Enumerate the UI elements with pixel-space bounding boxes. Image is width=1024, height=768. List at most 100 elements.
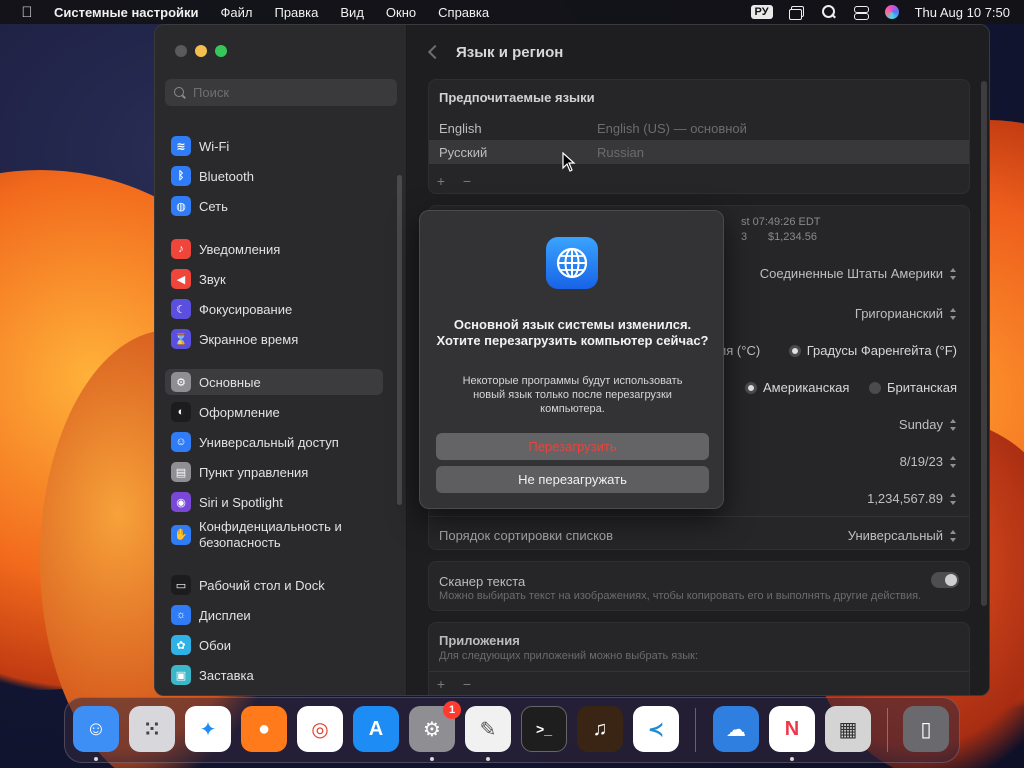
radio-selected-icon (788, 345, 801, 357)
live-text-desc: Можно выбирать текст на изображениях, чт… (439, 590, 922, 602)
sort-order-label: Порядок сортировки списков (439, 528, 614, 543)
sun-icon: ☼ (171, 605, 191, 625)
content-scrollbar[interactable] (981, 81, 987, 606)
menu-clock[interactable]: Thu Aug 10 7:50 (915, 5, 1010, 20)
dialog-message: Некоторые программы будут использовать н… (462, 375, 683, 415)
textedit-icon[interactable]: ✎ (465, 706, 511, 752)
back-chevron-icon[interactable] (427, 44, 443, 60)
sidebar-item[interactable]: ☺ Универсальный доступ (165, 429, 383, 455)
chrome-icon[interactable]: ◎ (297, 706, 343, 752)
sidebar-item[interactable]: ◍ Сеть (165, 193, 383, 219)
siri-icon[interactable] (884, 5, 899, 19)
language-row-russian[interactable]: Русский Russian (429, 140, 969, 164)
menu-file[interactable]: Файл (210, 5, 264, 20)
sidebar-item[interactable]: ◉ Siri и Spotlight (165, 489, 383, 515)
calculator-icon[interactable]: ▦ (825, 706, 871, 752)
sidebar-scrollbar[interactable] (397, 175, 402, 505)
sidebar-item[interactable]: ▭ Рабочий стол и Dock (165, 572, 383, 598)
sort-order-row[interactable]: Порядок сортировки списков Универсальный (429, 522, 969, 550)
terminal-icon[interactable]: >_ (521, 706, 567, 752)
sidebar-item[interactable]: ⚙ Основные (165, 369, 383, 395)
date-format-value: 8/19/23 (899, 454, 943, 469)
dock-separator (695, 708, 696, 752)
remove-app-button[interactable]: − (461, 676, 473, 692)
language-name: Русский (439, 144, 488, 160)
sidebar-item[interactable]: ✿ Обои (165, 632, 383, 658)
safari-icon[interactable]: ✦ (185, 706, 231, 752)
sidebar-item[interactable]: ⌛ Экранное время (165, 326, 383, 352)
applications-card: Приложения Для следующих приложений можн… (428, 622, 970, 695)
applications-desc: Для следующих приложений можно выбрать я… (439, 650, 699, 662)
menu-window[interactable]: Окно (375, 5, 427, 20)
sidebar-item-label: Siri и Spotlight (199, 494, 283, 510)
system-settings-icon[interactable]: ⚙ 1 (409, 701, 461, 752)
sidebar-item[interactable]: ◀ Звук (165, 266, 383, 292)
moon-icon: ☾ (171, 299, 191, 319)
battery-icon: ▮ (171, 695, 191, 696)
weather-icon[interactable]: ☁ (713, 706, 759, 752)
popup-stepper-icon (949, 492, 957, 505)
restart-button[interactable]: Перезагрузить (436, 433, 709, 460)
sidebar-search[interactable] (165, 79, 397, 106)
live-text-toggle[interactable] (931, 572, 959, 588)
sidebar-item[interactable]: ▣ Заставка (165, 662, 383, 688)
garageband-icon[interactable]: ♫ (577, 706, 623, 752)
search-input[interactable] (193, 85, 393, 100)
control-center-icon[interactable] (853, 5, 869, 20)
measure-uk-option[interactable]: Британская (869, 380, 957, 395)
sidebar-item-label: Wi-Fi (199, 138, 230, 154)
launchpad-icon[interactable]: ⁙ (129, 706, 175, 752)
app-store-icon[interactable]: A (353, 706, 399, 752)
appearance-icon: ◐ (171, 402, 191, 422)
sidebar-item-label: Фокусирование (199, 301, 293, 317)
zoom-button[interactable] (215, 45, 227, 57)
preferred-languages-title: Предпочитаемые языки (439, 90, 595, 105)
sidebar-item-label: Сеть (199, 198, 228, 214)
sidebar-item[interactable]: ▤ Пункт управления (165, 459, 383, 485)
temp-fahrenheit-option[interactable]: Градусы Фаренгейта (°F) (788, 343, 957, 358)
remove-language-button[interactable]: − (461, 173, 473, 189)
content-header: Язык и регион (426, 41, 563, 63)
search-icon (173, 86, 187, 100)
sidebar-item[interactable]: ♪ Уведомления (165, 236, 383, 262)
region-value: Соединенные Штаты Америки (759, 266, 943, 281)
menu-help[interactable]: Справка (427, 5, 500, 20)
sidebar-item[interactable]: ᛒ Bluetooth (165, 163, 383, 189)
sidebar-item[interactable]: ✋ Конфиденциальность и безопасность (165, 516, 383, 554)
sidebar-item[interactable]: ☾ Фокусирование (165, 296, 383, 322)
measure-us-option[interactable]: Американская (745, 380, 849, 395)
trash-icon[interactable]: ▯ (903, 706, 949, 752)
stage-manager-icon[interactable] (788, 5, 805, 20)
sidebar-item[interactable]: ▮Экономия энергии (165, 692, 383, 696)
format-preview-date: 3 (741, 231, 748, 243)
language-row-english[interactable]: English English (US) — основной (429, 116, 969, 140)
sidebar-item[interactable]: ☼ Дисплеи (165, 602, 383, 628)
finder-icon[interactable]: ☺ (73, 706, 119, 752)
close-button[interactable] (175, 45, 187, 57)
sidebar-item-label: Уведомления (199, 241, 281, 257)
input-source-badge[interactable]: РУ (750, 5, 773, 19)
sidebar-item[interactable]: ◐ Оформление (165, 399, 383, 425)
spotlight-search-icon[interactable] (821, 5, 837, 19)
popup-stepper-icon (949, 418, 957, 431)
apps-add-remove: + − (435, 676, 473, 692)
minimize-button[interactable] (195, 45, 207, 57)
calendar-value: Григорианский (854, 306, 943, 321)
measure-us-label: Американская (763, 380, 850, 395)
add-language-button[interactable]: + (435, 173, 447, 189)
apple-menu-icon[interactable]:  (16, 4, 38, 21)
temp-celsius-label[interactable]: ия (°C) (719, 343, 760, 358)
dont-restart-button[interactable]: Не перезагружать (436, 466, 709, 493)
menu-edit[interactable]: Правка (263, 5, 329, 20)
language-add-remove: + − (435, 173, 473, 189)
firefox-icon[interactable]: ● (241, 706, 287, 752)
radio-selected-icon (745, 382, 757, 394)
vscode-icon[interactable]: ≺ (633, 706, 679, 752)
menu-view[interactable]: Вид (329, 5, 375, 20)
live-text-card: Сканер текста Можно выбирать текст на из… (428, 561, 970, 611)
flower-icon: ✿ (171, 635, 191, 655)
sidebar-item[interactable]: ≋ Wi-Fi (165, 133, 383, 159)
add-app-button[interactable]: + (435, 676, 447, 692)
news-icon[interactable]: N (769, 706, 815, 752)
menu-app-name[interactable]: Системные настройки (38, 5, 210, 20)
